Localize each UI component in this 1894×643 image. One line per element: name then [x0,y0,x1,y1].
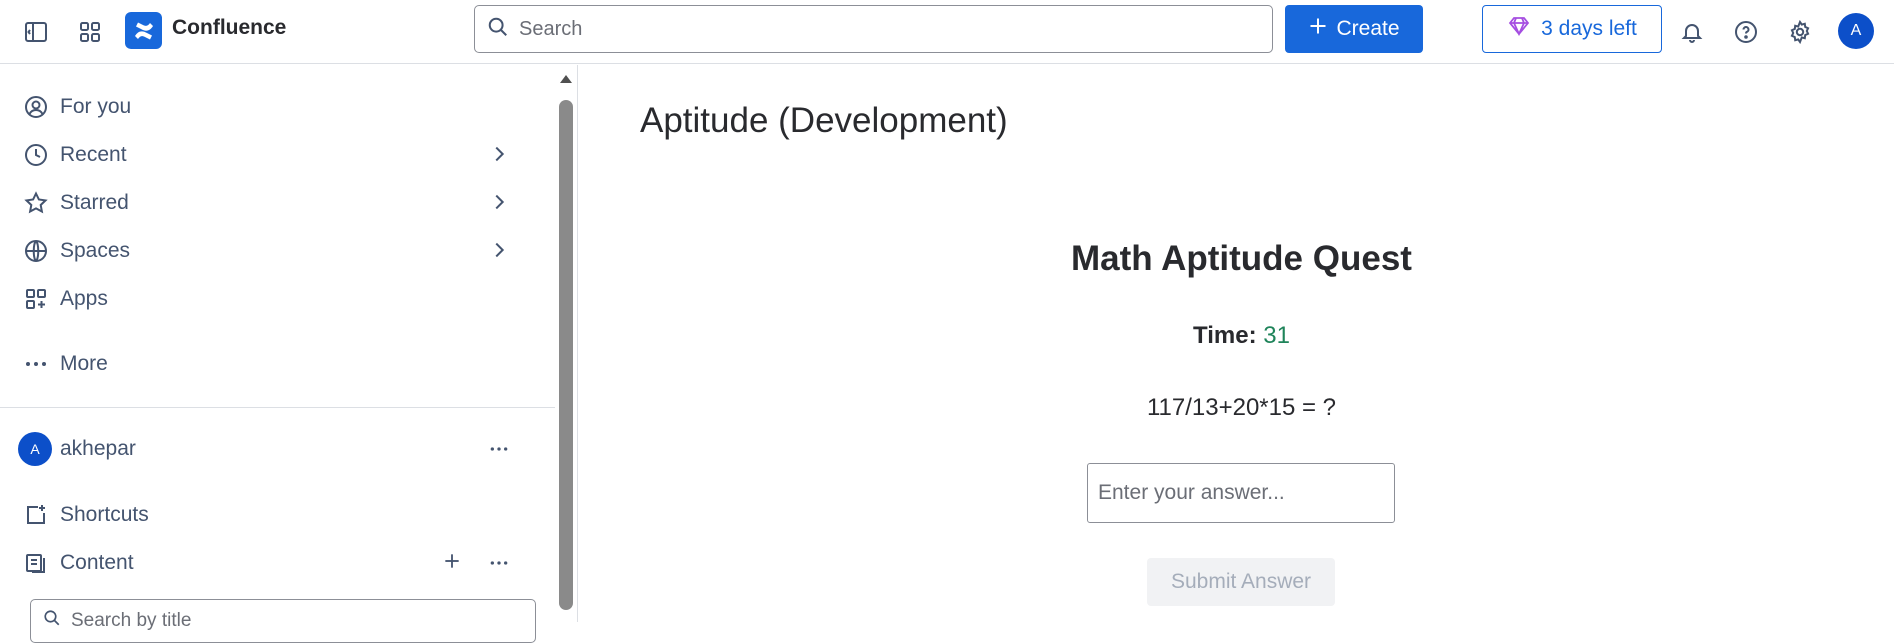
global-search[interactable] [474,5,1273,53]
scroll-up-arrow-icon[interactable] [560,75,572,83]
sidebar-divider [0,407,555,408]
trial-button[interactable]: 3 days left [1482,5,1662,53]
submit-answer-button[interactable]: Submit Answer [1147,558,1335,606]
sidebar-item-label: Recent [60,143,127,166]
search-icon [43,609,61,633]
search-icon [487,16,509,43]
shortcut-icon [22,501,50,529]
search-input[interactable] [519,17,1219,41]
timer-label: Time: [1193,322,1257,349]
sidebar-toggle-icon[interactable] [18,14,54,50]
plus-icon[interactable] [442,551,462,577]
quest-title: Math Aptitude Quest [1071,239,1412,278]
sidebar-item-label: Shortcuts [60,503,149,526]
space-name: akhepar [60,437,136,460]
apps-icon [22,285,50,313]
sidebar-item-starred[interactable]: Starred [22,183,532,223]
brand-name[interactable]: Confluence [172,16,286,40]
create-label: Create [1336,17,1400,40]
chevron-right-icon[interactable] [488,143,510,171]
sidebar-item-more[interactable]: More [22,344,532,384]
confluence-logo-icon[interactable] [125,12,162,49]
sidebar-item-label: Apps [60,287,108,310]
more-options-icon[interactable] [488,553,510,579]
app-switcher-icon[interactable] [72,14,108,50]
plus-icon [1308,16,1328,42]
sidebar-item-label: Starred [60,191,129,214]
globe-icon [22,237,50,265]
sidebar-item-label: For you [60,95,132,118]
scrollbar-thumb[interactable] [559,100,573,610]
sidebar-item-label: Spaces [60,239,131,262]
page-title: Aptitude (Development) [640,101,1008,140]
content-icon [22,549,50,577]
sidebar-item-recent[interactable]: Recent [22,135,532,175]
trial-label: 3 days left [1541,17,1637,40]
help-icon[interactable] [1728,14,1764,50]
sidebar-item-for-you[interactable]: For you [22,87,532,127]
answer-input[interactable] [1087,463,1395,523]
sidebar-search-placeholder: Search by title [71,610,192,631]
timer-value: 31 [1263,322,1290,349]
sidebar-scrollbar[interactable] [557,65,575,622]
more-options-icon[interactable] [488,439,510,465]
sidebar-item-label: More [60,352,108,375]
timer: Time: 31 [578,322,1894,350]
sidebar-item-apps[interactable]: Apps [22,279,532,319]
sidebar-item-content[interactable]: Content [22,543,532,583]
question-text: 117/13+20*15 = ? [1146,394,1337,421]
chevron-right-icon[interactable] [488,239,510,267]
sidebar-search-field[interactable]: Search by title [30,599,536,643]
sidebar-item-label: Content [60,551,134,574]
sidebar: For you Recent Starred Spaces Apps More … [0,65,555,643]
space-item[interactable]: A akhepar [18,429,532,469]
user-circle-icon [22,93,50,121]
main-content: Aptitude (Development) Math Aptitude Que… [578,65,1894,622]
chevron-right-icon[interactable] [488,191,510,219]
bell-icon[interactable] [1674,14,1710,50]
gear-icon[interactable] [1782,14,1818,50]
create-button[interactable]: Create [1285,5,1423,53]
star-icon [22,189,50,217]
space-avatar: A [18,432,52,466]
sidebar-item-spaces[interactable]: Spaces [22,231,532,271]
diamond-icon [1507,15,1531,43]
more-dots-icon [22,350,50,378]
clock-icon [22,141,50,169]
sidebar-item-shortcuts[interactable]: Shortcuts [22,495,532,535]
top-navigation-bar: Confluence Create 3 days left A [0,0,1894,64]
user-avatar[interactable]: A [1838,13,1874,49]
